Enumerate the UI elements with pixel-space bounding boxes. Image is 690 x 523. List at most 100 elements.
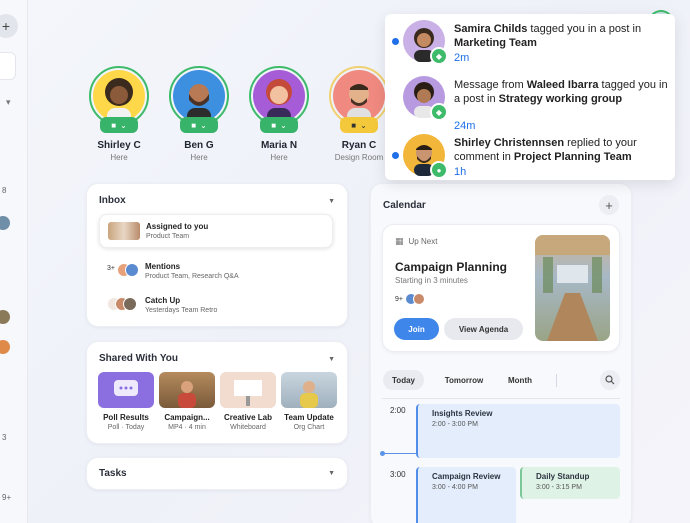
add-icon[interactable]: +: [0, 14, 18, 38]
event-campaign-review[interactable]: Campaign Review 3:00 - 4:00 PM: [416, 467, 516, 523]
shared-item-title: Poll Results: [103, 413, 149, 422]
avatar: [173, 70, 225, 122]
person-name: Ben G: [184, 140, 214, 151]
thumbnail: [108, 222, 140, 240]
avatar[interactable]: [0, 216, 10, 230]
event-time: 2:00 - 3:00 PM: [432, 421, 478, 428]
video-status-pill[interactable]: ■ ⌄: [180, 117, 218, 133]
person-status: Here: [110, 153, 128, 162]
org-chart-thumbnail: [281, 372, 337, 408]
inbox-item-title: Mentions: [145, 262, 181, 271]
video-icon: ■: [351, 120, 357, 130]
rail-item[interactable]: [0, 52, 16, 80]
left-rail: + ▾ 8 3 9+: [0, 0, 28, 523]
video-status-pill[interactable]: ■ ⌄: [340, 117, 378, 133]
avatar-ring: ■ ⌄: [169, 66, 229, 133]
avatar-ring: ■ ⌄: [249, 66, 309, 133]
avatar[interactable]: [0, 340, 10, 354]
inbox-title: Inbox: [99, 195, 126, 206]
view-agenda-button[interactable]: View Agenda: [444, 318, 523, 340]
shared-item-title: Campaign...: [164, 413, 210, 422]
tab-month[interactable]: Month: [500, 370, 540, 390]
person-ryan[interactable]: ■ ⌄ Ryan C Design Room: [328, 66, 390, 162]
video-icon: ■: [271, 120, 277, 130]
notification-item[interactable]: ● Shirley Christennsen replied to your c…: [385, 128, 675, 179]
avatar: [125, 263, 139, 277]
shared-item[interactable]: Poll Results Poll · Today: [98, 372, 154, 431]
notification-item[interactable]: ◆ Samira Childs tagged you in a post in …: [385, 14, 675, 65]
rail-count: 9+: [2, 493, 12, 502]
inbox-item[interactable]: 3+ Mentions Product Team, Research Q&A: [99, 254, 333, 288]
video-status-pill[interactable]: ■ ⌄: [100, 117, 138, 133]
upnext-label: Up Next: [408, 237, 438, 246]
tasks-card[interactable]: Tasks ▼: [86, 457, 348, 490]
shared-item[interactable]: Campaign... MP4 · 4 min: [159, 372, 215, 431]
notification-text: Samira Childs tagged you in a post in Ma…: [454, 23, 642, 49]
person-status: Here: [270, 153, 288, 162]
hour-label: 3:00: [390, 470, 406, 479]
tab-tomorrow[interactable]: Tomorrow: [436, 370, 492, 390]
shared-item[interactable]: Creative Lab Whiteboard: [220, 372, 276, 431]
rail-count: 3: [2, 433, 7, 442]
rail-count: 8: [2, 186, 7, 195]
attendee-count: 9+: [395, 295, 403, 303]
tasks-title: Tasks: [99, 468, 127, 479]
event-daily-standup[interactable]: Daily Standup 3:00 - 3:15 PM: [520, 467, 620, 499]
inbox-item[interactable]: Catch Up Yesterdays Team Retro: [99, 288, 333, 322]
person-maria[interactable]: ■ ⌄ Maria N Here: [248, 66, 310, 162]
event-insights-review[interactable]: Insights Review 2:00 - 3:00 PM: [416, 404, 620, 458]
event-title: Daily Standup: [536, 472, 590, 481]
inbox-item-subtitle: Product Team, Research Q&A: [145, 273, 239, 280]
shared-item-subtitle: Org Chart: [293, 424, 325, 431]
avatar: [93, 70, 145, 122]
inbox-item[interactable]: Assigned to you Product Team: [99, 214, 333, 248]
video-icon: ■: [191, 120, 197, 130]
hour-label: 2:00: [390, 406, 406, 415]
avatar[interactable]: [0, 310, 10, 324]
person-name: Shirley C: [97, 140, 141, 151]
unread-dot: [392, 152, 399, 159]
person-status: Design Room: [334, 153, 384, 162]
add-event-button[interactable]: +: [599, 195, 619, 215]
shared-item-title: Creative Lab: [223, 413, 273, 422]
notification-text: Message from Waleed Ibarra tagged you in…: [454, 79, 668, 105]
video-status-pill[interactable]: ■ ⌄: [260, 117, 298, 133]
shared-item-subtitle: Whiteboard: [230, 424, 266, 431]
inbox-item-title: Catch Up: [145, 296, 181, 305]
comment-icon: ●: [430, 161, 448, 179]
mention-count: 3+: [107, 265, 115, 272]
event-title: Campaign Review: [432, 472, 501, 481]
join-button[interactable]: Join: [394, 318, 439, 340]
chevron-down-icon: ⌄: [280, 120, 287, 130]
chevron-down-icon[interactable]: ▾: [6, 97, 11, 108]
chevron-down-icon[interactable]: ▼: [328, 470, 335, 477]
person-ben[interactable]: ■ ⌄ Ben G Here: [168, 66, 230, 162]
event-title: Insights Review: [432, 409, 493, 418]
person-shirley[interactable]: ■ ⌄ Shirley C Here: [88, 66, 150, 162]
notification-item[interactable]: ◆ Message from Waleed Ibarra tagged you …: [385, 70, 675, 132]
upnext-card: ▦ Up Next Campaign Planning Starting in …: [382, 224, 620, 352]
tab-today[interactable]: Today: [383, 370, 424, 390]
shared-item-subtitle: MP4 · 4 min: [168, 424, 206, 431]
event-time: 3:00 - 3:15 PM: [536, 484, 582, 491]
event-time: 3:00 - 4:00 PM: [432, 484, 478, 491]
person-status: Here: [190, 153, 208, 162]
search-button[interactable]: [600, 370, 620, 390]
room-thumbnail: [535, 235, 610, 341]
avatar: [123, 297, 137, 311]
chevron-down-icon[interactable]: ▼: [328, 356, 335, 363]
avatar-stack: 3+: [107, 262, 139, 280]
chevron-down-icon: ⌄: [200, 120, 207, 130]
person-name: Maria N: [260, 140, 298, 151]
avatar-stack: [107, 296, 139, 314]
chevron-down-icon: ⌄: [360, 120, 367, 130]
shared-item-subtitle: Poll · Today: [107, 424, 145, 431]
chevron-down-icon[interactable]: ▼: [328, 198, 335, 205]
tag-icon: ◆: [430, 103, 448, 121]
inbox-item-subtitle: Yesterdays Team Retro: [145, 307, 218, 314]
people-row: ■ ⌄ Shirley C Here ■ ⌄ Ben G Here ■ ⌄ Maria…: [88, 66, 390, 162]
notification-time: 1h: [454, 166, 467, 178]
notification-time: 2m: [454, 52, 470, 64]
tab-divider: [556, 374, 557, 387]
shared-item[interactable]: Team Update Org Chart: [281, 372, 337, 431]
